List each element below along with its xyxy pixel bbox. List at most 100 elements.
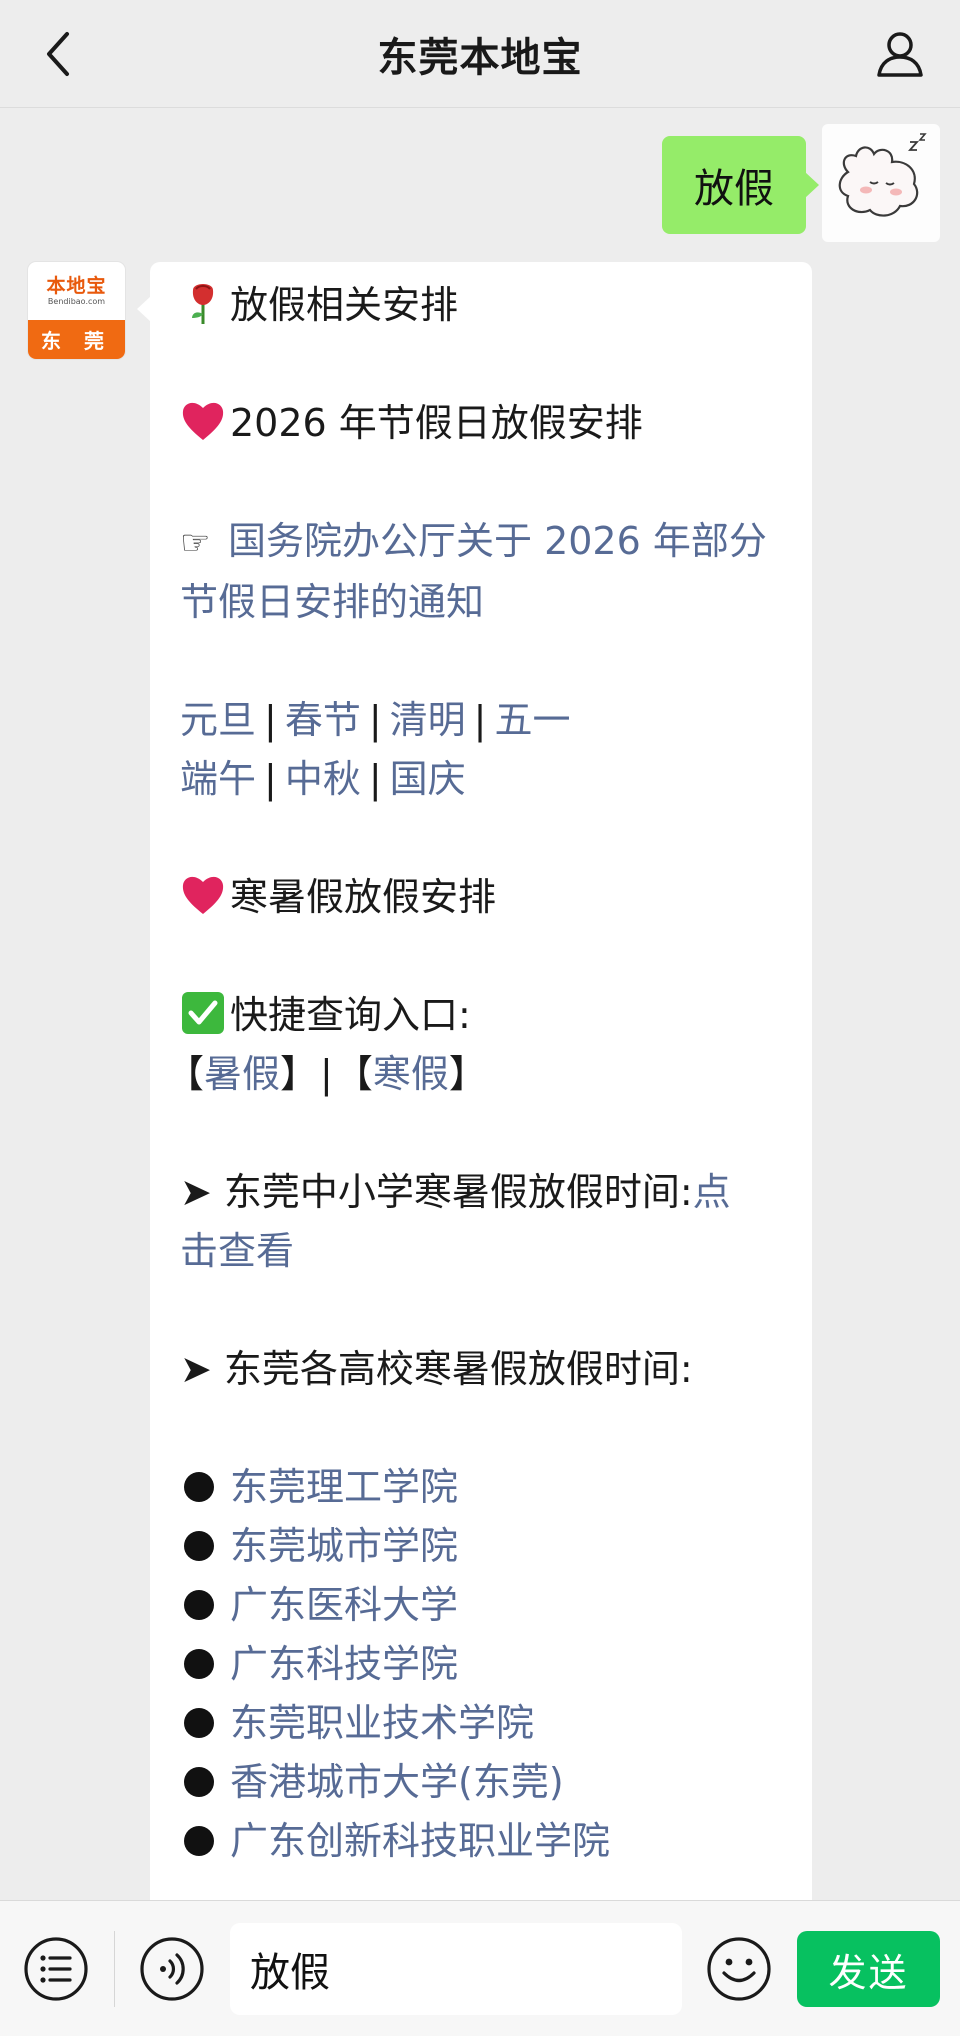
bot-avatar[interactable]: 本地宝 Bendibao.com 东 莞 bbox=[28, 262, 125, 359]
heading-text: 放假相关安排 bbox=[230, 283, 459, 327]
separator: | bbox=[264, 698, 277, 742]
winter-link[interactable]: 寒假 bbox=[373, 1052, 449, 1096]
festival-row-2: 端午 | 中秋 | 国庆 bbox=[180, 750, 788, 809]
university-link[interactable]: 香港城市大学(东莞) bbox=[230, 1760, 564, 1804]
header-bar: 东莞本地宝 bbox=[0, 0, 960, 108]
pointing-hand-icon: ☞ bbox=[180, 523, 211, 563]
separator: | bbox=[473, 698, 487, 742]
brand-logo-url: Bendibao.com bbox=[47, 297, 106, 306]
back-button[interactable] bbox=[30, 26, 86, 82]
university-link[interactable]: 东莞理工学院 bbox=[230, 1465, 458, 1509]
voice-button[interactable] bbox=[138, 1935, 206, 2003]
user-message: 放假 bbox=[662, 124, 940, 242]
vacation-text: 寒暑假放假安排 bbox=[230, 875, 497, 919]
arrow-icon: ➤ bbox=[180, 1170, 212, 1214]
chat-area[interactable]: 放假 本地宝 Bendibao.com 东 莞 放假相关安排 2026 年节假日… bbox=[0, 108, 960, 1900]
send-button[interactable]: 发送 bbox=[797, 1931, 940, 2007]
separator: | bbox=[368, 757, 382, 801]
bullet-icon bbox=[184, 1531, 214, 1561]
summer-link[interactable]: 暑假 bbox=[204, 1052, 280, 1096]
bullet-icon bbox=[184, 1590, 214, 1620]
festival-link-guoqing[interactable]: 国庆 bbox=[390, 757, 466, 801]
user-icon bbox=[877, 32, 923, 77]
school-time-line: ➤ 东莞中小学寒暑假放假时间:点 bbox=[180, 1163, 788, 1222]
festival-link-yuandan[interactable]: 元旦 bbox=[180, 698, 256, 742]
school-time-text: 东莞中小学寒暑假放假时间: bbox=[223, 1170, 693, 1214]
brand-logo-city: 东 莞 bbox=[28, 320, 125, 359]
festival-link-chunjie[interactable]: 春节 bbox=[285, 698, 361, 742]
bullet-icon bbox=[184, 1708, 214, 1738]
toolbar-divider bbox=[114, 1931, 115, 2007]
university-item: 广东科技学院 bbox=[180, 1635, 788, 1694]
heading-line: 放假相关安排 bbox=[180, 276, 788, 335]
university-item: 东莞城市学院 bbox=[180, 1517, 788, 1576]
arrow-icon: ➤ bbox=[180, 1347, 212, 1391]
user-avatar[interactable] bbox=[822, 124, 940, 242]
festival-link-qingming[interactable]: 清明 bbox=[390, 698, 466, 742]
university-item: 东莞理工学院 bbox=[180, 1458, 788, 1517]
school-time-line-2: 击查看 bbox=[180, 1222, 788, 1281]
festival-link-duanwu[interactable]: 端午 bbox=[180, 757, 256, 801]
university-item: 广东创新科技职业学院 bbox=[180, 1812, 788, 1871]
brand-logo-text: 本地宝 bbox=[46, 275, 107, 297]
university-item: 广东医科大学 bbox=[180, 1576, 788, 1635]
list-icon bbox=[24, 1937, 88, 2001]
university-link[interactable]: 广东创新科技职业学院 bbox=[230, 1819, 610, 1863]
separator: | bbox=[320, 1052, 333, 1096]
message-input[interactable] bbox=[230, 1923, 682, 2015]
rose-icon bbox=[192, 284, 214, 324]
school-view-link[interactable]: 点 bbox=[693, 1170, 731, 1214]
school-view-link-cont[interactable]: 击查看 bbox=[180, 1229, 294, 1273]
university-link[interactable]: 广东医科大学 bbox=[230, 1583, 458, 1627]
bot-message-bubble: 放假相关安排 2026 年节假日放假安排 ☞ 国务院办公厅关于 2026 年部分 … bbox=[137, 262, 812, 1900]
vacation-links-line: 【暑假】|【寒假】 bbox=[166, 1045, 788, 1104]
bracket: 】 bbox=[280, 1052, 319, 1096]
user-message-text: 放假 bbox=[694, 166, 774, 212]
university-link[interactable]: 东莞职业技术学院 bbox=[230, 1701, 534, 1745]
holiday-2026-text: 2026 年节假日放假安排 bbox=[230, 401, 643, 445]
chat-title: 东莞本地宝 bbox=[377, 34, 583, 81]
bullet-icon bbox=[184, 1826, 214, 1856]
quick-entry-line: 快捷查询入口: bbox=[180, 986, 788, 1045]
vacation-line: 寒暑假放假安排 bbox=[180, 868, 788, 927]
bracket: 【 bbox=[334, 1052, 373, 1096]
univ-time-text: 东莞各高校寒暑假放假时间: bbox=[223, 1347, 693, 1391]
menu-button[interactable] bbox=[22, 1935, 90, 2003]
voice-icon bbox=[140, 1937, 204, 2001]
separator: | bbox=[264, 757, 277, 801]
heart-icon bbox=[182, 876, 224, 914]
chat-page: 东莞本地宝 放假 本地宝 Bendibao.com 东 莞 放假相关安排 202… bbox=[0, 0, 960, 2036]
holiday-2026-line: 2026 年节假日放假安排 bbox=[180, 394, 788, 453]
bracket: 】 bbox=[448, 1052, 487, 1096]
bracket: 【 bbox=[166, 1052, 205, 1096]
notice-link-cont[interactable]: 节假日安排的通知 bbox=[180, 580, 484, 624]
university-link[interactable]: 东莞城市学院 bbox=[230, 1524, 458, 1568]
university-item: 东莞职业技术学院 bbox=[180, 1694, 788, 1753]
user-message-bubble[interactable]: 放假 bbox=[662, 136, 819, 234]
univ-time-line: ➤ 东莞各高校寒暑假放假时间: bbox=[180, 1340, 788, 1399]
bullet-icon bbox=[184, 1472, 214, 1502]
input-toolbar: 发送 bbox=[0, 1900, 960, 2036]
profile-button[interactable] bbox=[870, 24, 930, 84]
notice-line-2: 节假日安排的通知 bbox=[180, 573, 788, 632]
sleeping-bunny-avatar-icon bbox=[838, 133, 927, 217]
emoji-button[interactable] bbox=[705, 1935, 773, 2003]
festival-link-wuyi[interactable]: 五一 bbox=[494, 698, 570, 742]
university-link[interactable]: 广东科技学院 bbox=[230, 1642, 458, 1686]
quick-entry-text: 快捷查询入口: bbox=[230, 993, 471, 1037]
smiley-icon bbox=[707, 1937, 771, 2001]
check-mark-icon bbox=[182, 992, 224, 1034]
notice-link[interactable]: 国务院办公厅关于 2026 年部分 bbox=[228, 519, 767, 563]
brand-logo: 本地宝 Bendibao.com bbox=[28, 262, 125, 320]
chevron-left-icon bbox=[47, 32, 69, 76]
festival-row-1: 元旦 | 春节 | 清明 | 五一 bbox=[180, 691, 788, 750]
festival-link-zhongqiu[interactable]: 中秋 bbox=[285, 757, 361, 801]
